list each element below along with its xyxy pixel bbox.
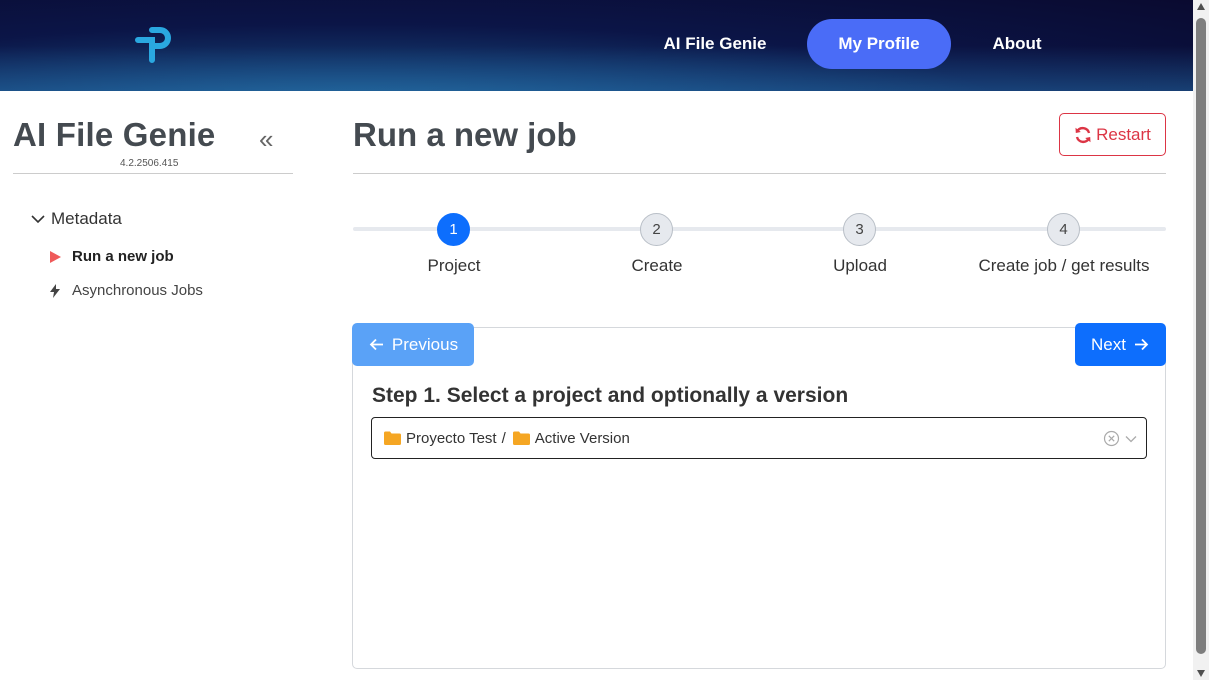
nav-about[interactable]: About	[968, 19, 1066, 69]
sidebar-item-run-new-job[interactable]: Run a new job	[48, 248, 174, 265]
selected-version: Active Version	[534, 429, 630, 447]
app-logo-icon[interactable]	[134, 24, 174, 64]
scroll-thumb[interactable]	[1196, 18, 1206, 654]
step-heading: Step 1. Select a project and optionally …	[372, 384, 849, 407]
arrow-right-icon	[1134, 338, 1149, 351]
step-4-circle[interactable]: 4	[1047, 213, 1080, 246]
nav-my-profile[interactable]: My Profile	[807, 19, 951, 69]
page-scrollbar[interactable]	[1193, 0, 1209, 680]
restart-label: Restart	[1096, 124, 1151, 144]
sidebar-item-asynchronous-jobs[interactable]: Asynchronous Jobs	[48, 282, 203, 299]
previous-label: Previous	[391, 334, 459, 354]
bolt-icon	[50, 283, 60, 298]
previous-button[interactable]: Previous	[352, 323, 474, 366]
step-3-circle[interactable]: 3	[843, 213, 876, 246]
step-2-circle[interactable]: 2	[640, 213, 673, 246]
refresh-icon	[1075, 126, 1091, 143]
sidebar-title: AI File Genie	[13, 116, 216, 153]
step-panel	[352, 327, 1166, 669]
sidebar-item-label: Run a new job	[72, 248, 174, 265]
tree-node-metadata[interactable]: Metadata	[30, 209, 122, 229]
main-divider	[353, 173, 1166, 174]
sidebar-divider	[13, 173, 293, 174]
page-title: Run a new job	[353, 116, 577, 153]
folder-icon	[384, 431, 401, 445]
play-icon	[50, 250, 61, 263]
step-2-label: Create	[631, 256, 683, 275]
project-version-select[interactable]: Proyecto Test / Active Version	[371, 417, 1147, 459]
sidebar-item-label: Asynchronous Jobs	[72, 282, 203, 299]
arrow-left-icon	[369, 338, 383, 351]
app-version: 4.2.2506.415	[120, 158, 179, 169]
step-4-label: Create job / get results	[978, 256, 1150, 275]
scroll-up-icon[interactable]	[1197, 3, 1205, 10]
step-3-label: Upload	[833, 256, 887, 275]
double-chevron-left-icon[interactable]: «	[259, 124, 273, 155]
scroll-down-icon[interactable]	[1197, 670, 1205, 677]
next-button[interactable]: Next	[1075, 323, 1166, 366]
top-navbar: AI File Genie My Profile About	[0, 0, 1193, 91]
restart-button[interactable]: Restart	[1059, 113, 1166, 156]
folder-icon	[512, 431, 530, 445]
clear-icon[interactable]	[1103, 430, 1120, 447]
path-separator: /	[501, 429, 506, 447]
tree-node-label: Metadata	[51, 209, 122, 228]
stepper-track	[353, 227, 1166, 231]
step-1-label: Project	[427, 256, 481, 275]
nav-ai-file-genie[interactable]: AI File Genie	[640, 19, 790, 69]
selected-project: Proyecto Test	[406, 429, 497, 447]
chevron-down-icon[interactable]	[1124, 432, 1138, 446]
step-1-circle[interactable]: 1	[437, 213, 470, 246]
next-label: Next	[1091, 334, 1126, 354]
chevron-down-icon	[31, 215, 45, 224]
